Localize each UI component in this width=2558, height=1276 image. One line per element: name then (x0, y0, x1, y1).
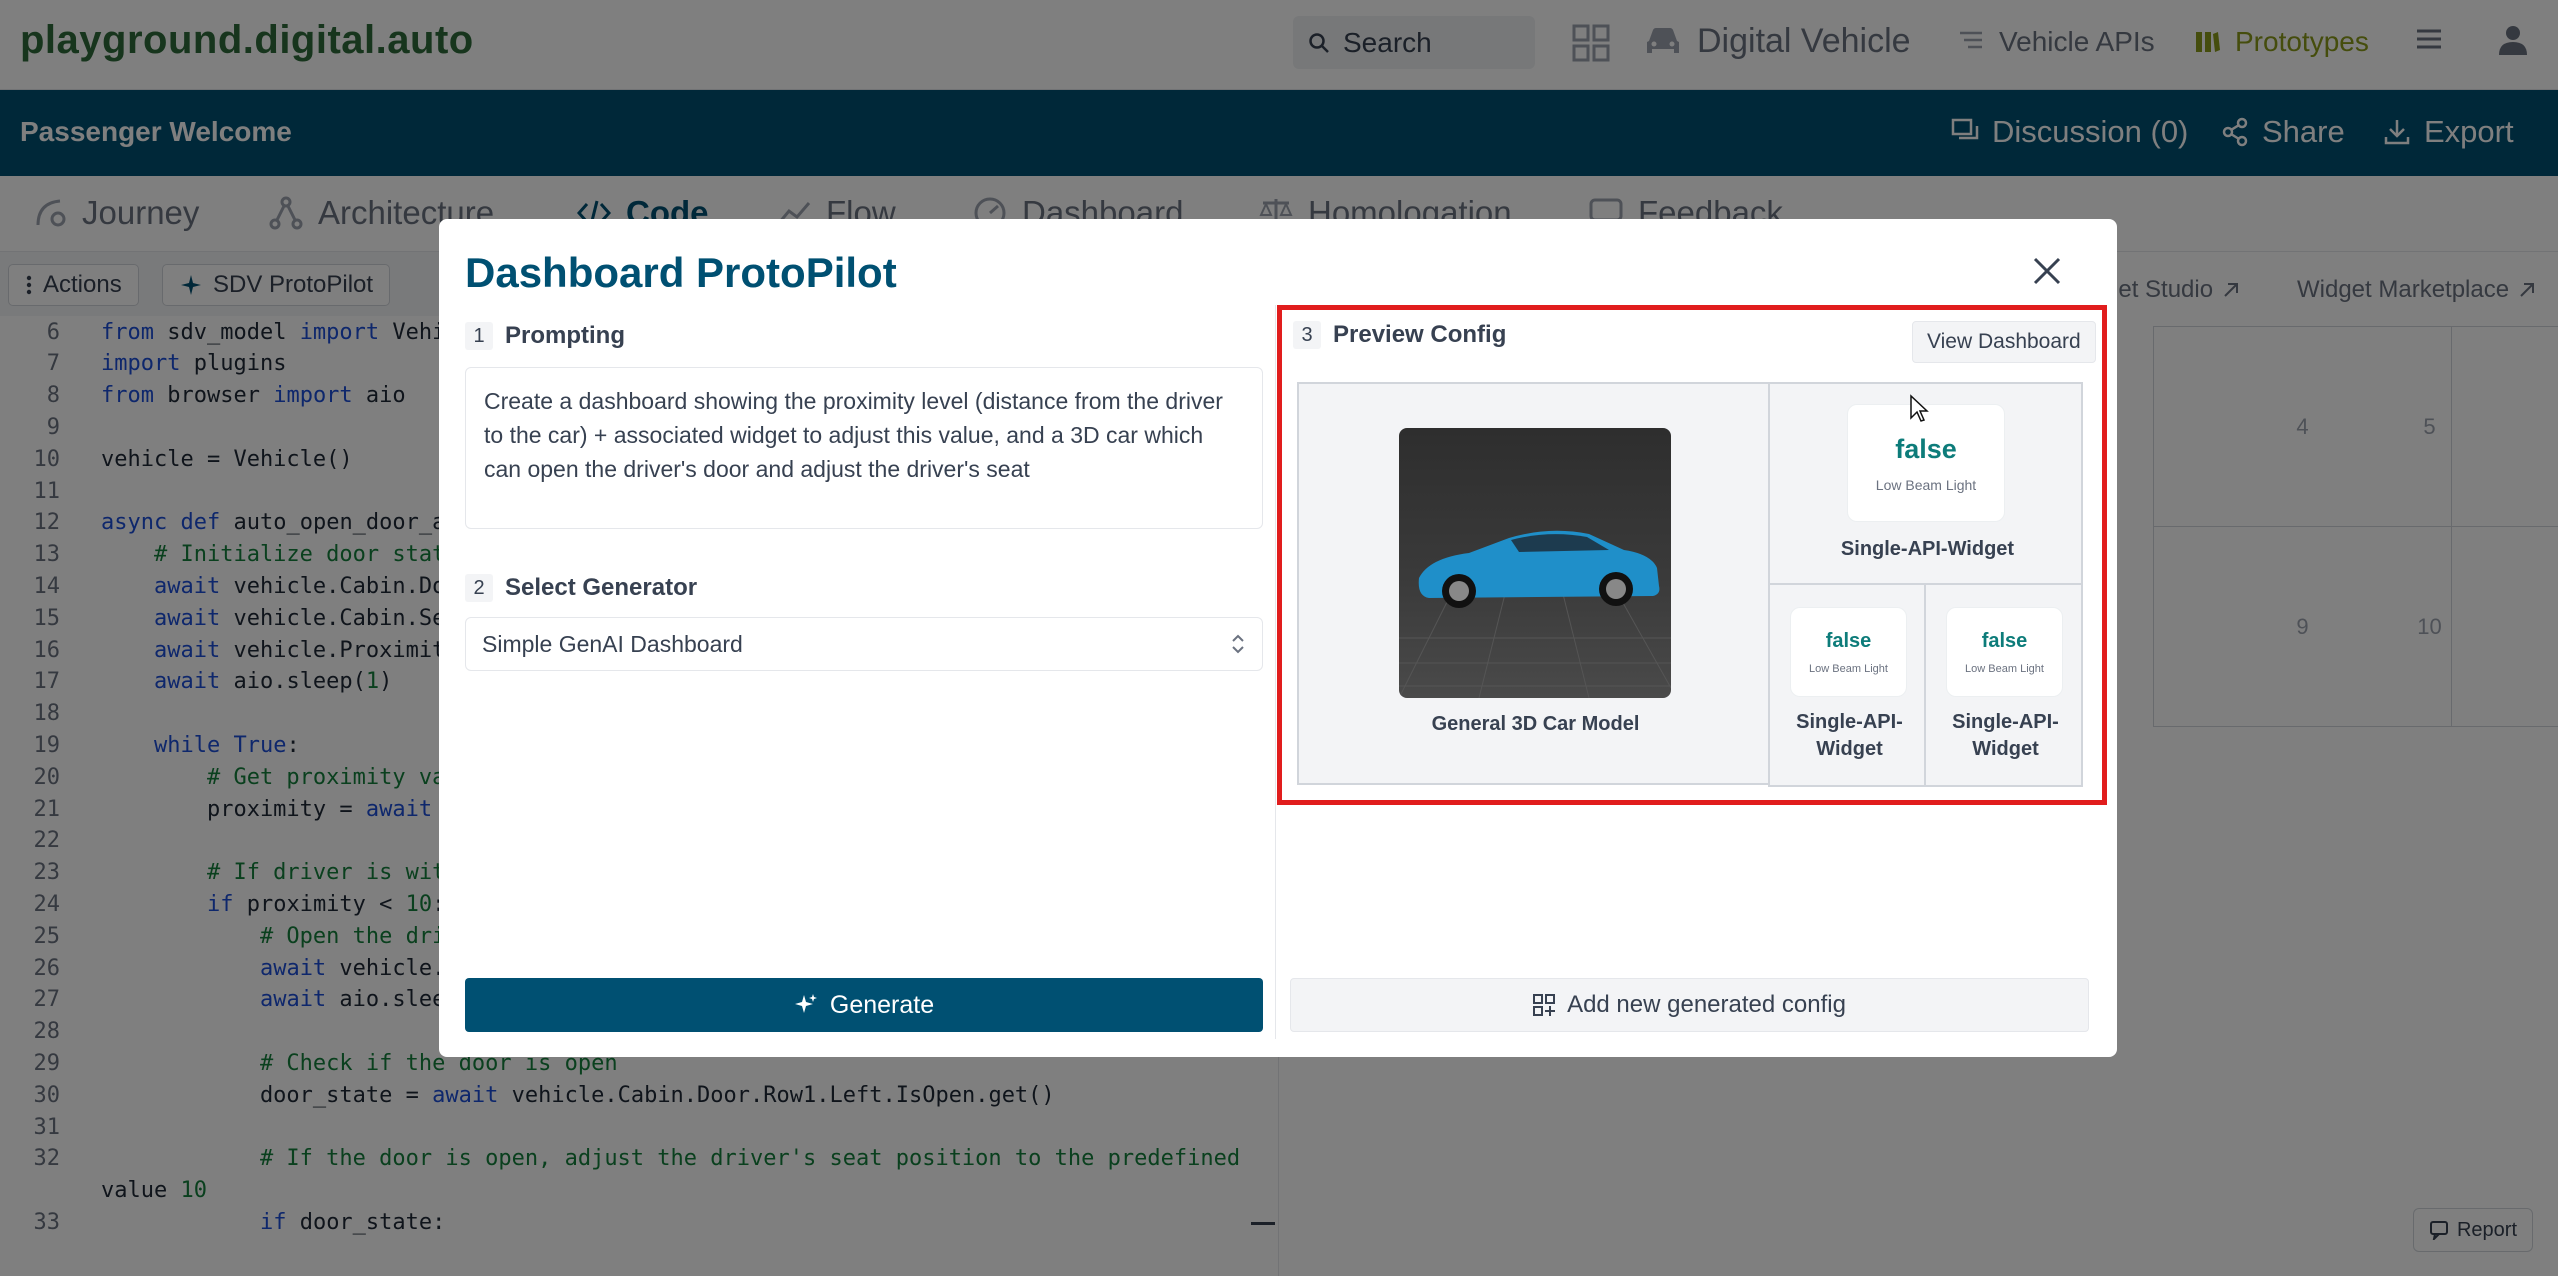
preview-cell-widget-small: false Low Beam Light Single-API- Widget (1924, 583, 2083, 787)
close-icon (2033, 257, 2061, 285)
step-select-generator: 2 Select Generator (465, 574, 697, 602)
widget-caption: Single-API- Widget (1926, 709, 2085, 763)
mouse-cursor-icon (1910, 394, 1929, 422)
step-number: 1 (465, 322, 493, 350)
widget-sublabel: Low Beam Light (1965, 662, 2044, 675)
widget-sublabel: Low Beam Light (1809, 662, 1888, 675)
modal-title: Dashboard ProtoPilot (465, 249, 897, 296)
protopilot-modal: Dashboard ProtoPilot 1 Prompting Create … (439, 219, 2117, 1057)
close-button[interactable] (2029, 253, 2065, 289)
step-number: 3 (1293, 321, 1321, 349)
sparkle-icon (794, 994, 817, 1013)
widget-caption-line: Single-API- (1952, 711, 2059, 733)
preview-cell-car: General 3D Car Model (1297, 382, 1770, 785)
car-model-caption: General 3D Car Model (1431, 713, 1640, 735)
chevron-updown-icon (1232, 634, 1244, 654)
widget-sublabel: Low Beam Light (1875, 476, 1977, 493)
prompt-textarea[interactable]: Create a dashboard showing the proximity… (465, 367, 1263, 529)
add-config-label: Add new generated config (1567, 991, 1846, 1018)
widget-caption: Single-API- Widget (1770, 709, 1929, 763)
add-grid-icon (1533, 994, 1556, 1016)
step-label: Preview Config (1333, 321, 1507, 348)
widget-preview-card: false Low Beam Light (1946, 607, 2063, 697)
widget-caption-line: Single-API- (1796, 711, 1903, 733)
generate-button[interactable]: Generate (465, 978, 1263, 1032)
view-dashboard-button[interactable]: View Dashboard (1912, 321, 2096, 363)
step-prompting: 1 Prompting (465, 322, 625, 350)
step-preview-config: 3 Preview Config (1293, 321, 1506, 349)
step-number: 2 (465, 574, 493, 602)
widget-value: false (1825, 629, 1872, 652)
widget-preview-card: false Low Beam Light (1790, 607, 1907, 697)
widget-caption: Single-API-Widget (1840, 538, 2015, 560)
step-label: Select Generator (505, 574, 698, 601)
widget-caption-line: Widget (1972, 738, 2039, 760)
preview-grid: General 3D Car Model false Low Beam Ligh… (1297, 382, 2083, 787)
widget-value: false (1981, 629, 2028, 652)
step-label: Prompting (505, 322, 625, 349)
column-divider (1275, 305, 1276, 1039)
generator-select-value: Simple GenAI Dashboard (482, 630, 743, 657)
generator-select[interactable]: Simple GenAI Dashboard (465, 617, 1263, 671)
generate-label: Generate (829, 990, 935, 1019)
widget-value: false (1895, 433, 1957, 464)
car-3d-image (1399, 530, 1671, 698)
add-generated-config-button[interactable]: Add new generated config (1290, 978, 2089, 1032)
car-model-render (1399, 428, 1671, 698)
preview-cell-widget-small: false Low Beam Light Single-API- Widget (1768, 583, 1927, 787)
widget-caption-line: Widget (1816, 738, 1883, 760)
